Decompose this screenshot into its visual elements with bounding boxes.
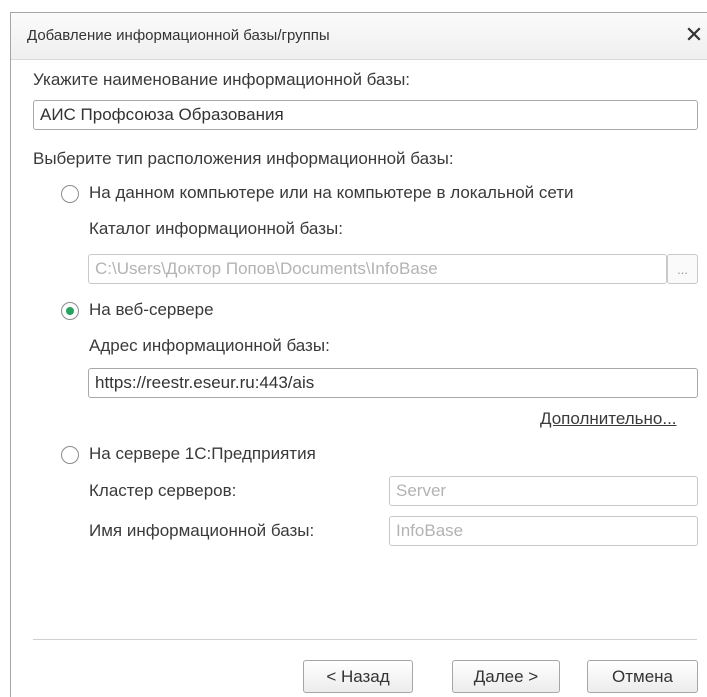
option-web-server-label: На веб-сервере xyxy=(89,300,214,319)
next-button[interactable]: Далее > xyxy=(452,660,560,693)
cluster-label: Кластер серверов: xyxy=(89,481,237,500)
db-name-input: InfoBase xyxy=(389,516,698,546)
radio-1c-server[interactable] xyxy=(61,446,79,464)
radio-selected-dot xyxy=(66,307,74,315)
advanced-link[interactable]: Дополнительно... xyxy=(540,409,677,429)
back-button[interactable]: < Назад xyxy=(303,660,413,693)
infobase-name-input[interactable]: АИС Профсоюза Образования xyxy=(33,100,698,130)
browse-button: ... xyxy=(667,254,698,284)
option-1c-server-label: На сервере 1С:Предприятия xyxy=(89,444,316,463)
radio-local-computer[interactable] xyxy=(61,185,79,203)
address-label: Адрес информационной базы: xyxy=(89,336,330,355)
db-name-label: Имя информационной базы: xyxy=(89,521,315,540)
add-infobase-dialog: Добавление информационной базы/группы Ук… xyxy=(10,12,707,697)
cluster-input: Server xyxy=(389,476,698,506)
close-icon[interactable] xyxy=(683,23,705,45)
catalog-label: Каталог информационной базы: xyxy=(89,219,343,238)
name-label: Укажите наименование информационной базы… xyxy=(33,70,411,89)
location-type-label: Выберите тип расположения информационной… xyxy=(33,149,454,168)
footer-divider xyxy=(33,639,697,640)
catalog-path-input: C:\Users\Доктор Попов\Documents\InfoBase xyxy=(88,254,667,284)
option-local-computer-label: На данном компьютере или на компьютере в… xyxy=(89,183,574,202)
radio-web-server[interactable] xyxy=(61,302,79,320)
cancel-button[interactable]: Отмена xyxy=(587,660,698,693)
dialog-title: Добавление информационной базы/группы xyxy=(27,27,330,44)
infobase-address-input[interactable]: https://reestr.eseur.ru:443/ais xyxy=(88,368,698,398)
title-bar: Добавление информационной базы/группы xyxy=(11,13,707,60)
